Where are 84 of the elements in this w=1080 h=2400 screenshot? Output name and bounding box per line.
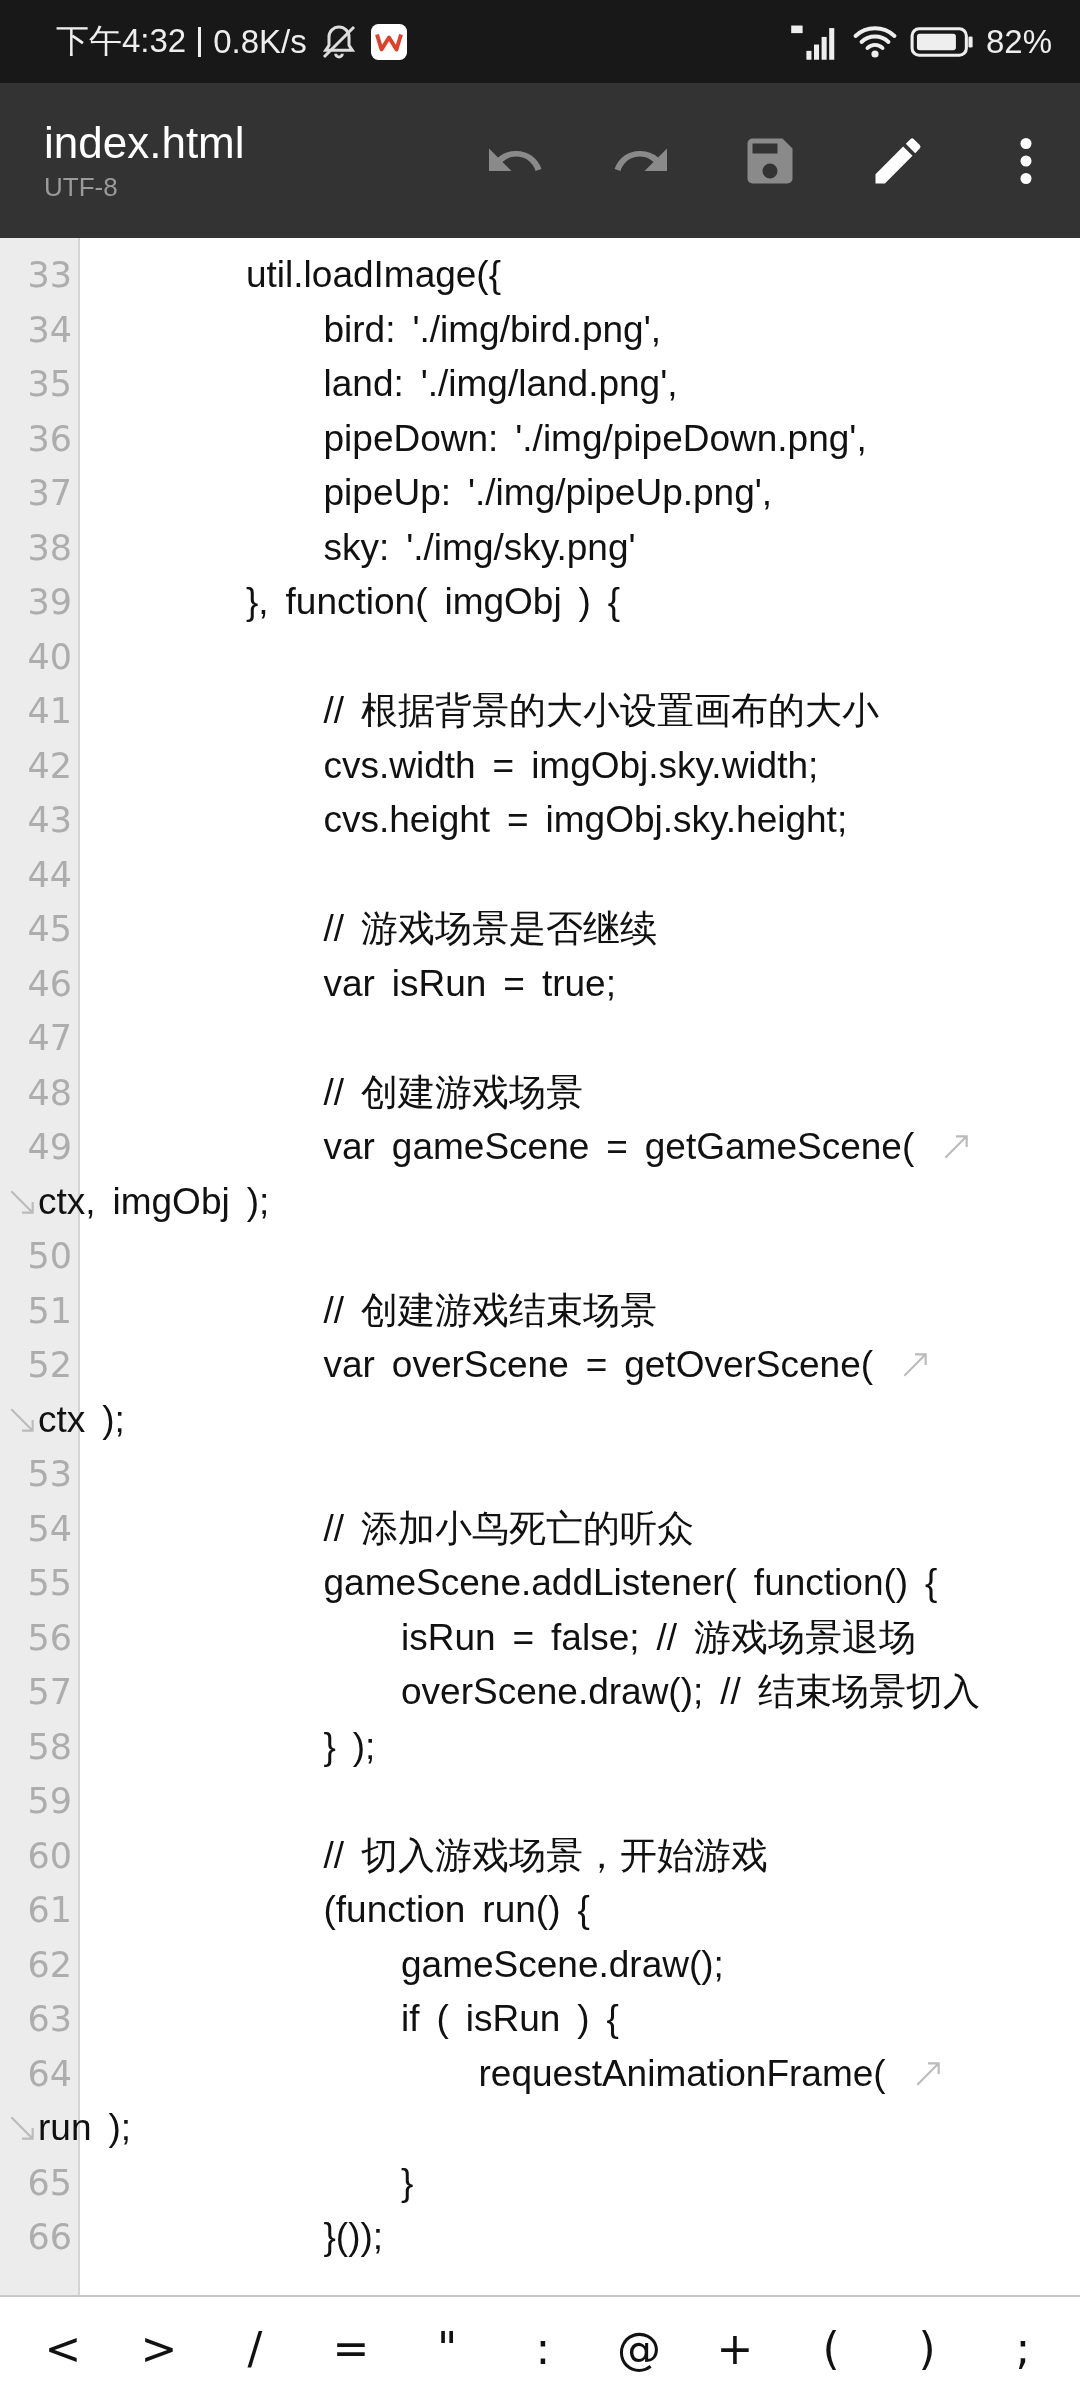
line-number: 39 (27, 581, 73, 624)
code-line: sky: './img/sky.png' (322, 526, 636, 569)
line-number: 64 (27, 2052, 73, 2096)
symbol-key[interactable]: : (495, 2323, 591, 2374)
line-number: 54 (27, 1507, 73, 1551)
code-line: // 创建游戏场景 (322, 1070, 583, 1115)
line-number: 58 (27, 1725, 73, 1769)
line-number: 60 (27, 1834, 73, 1878)
line-number: 43 (27, 799, 73, 842)
symbol-key[interactable]: = (303, 2323, 399, 2374)
battery-icon (909, 24, 974, 59)
symbol-key[interactable]: ) (879, 2323, 975, 2374)
line-number: 57 (27, 1671, 73, 1714)
line-number: 46 (27, 962, 73, 1006)
symbol-key[interactable]: " (399, 2323, 495, 2374)
line-number: 33 (27, 254, 73, 297)
code-line: }, function( imgObj ) { (245, 581, 621, 624)
line-number: 49 (27, 1126, 73, 1169)
line-number: 66 (27, 2216, 73, 2259)
code-line: cvs.height = imgObj.sky.height; (322, 799, 848, 842)
code-line: bird: './img/bird.png', (322, 308, 661, 351)
symbol-key[interactable]: @ (591, 2323, 687, 2374)
battery-percent-text: 82% (985, 22, 1052, 61)
symbol-key[interactable]: < (15, 2323, 111, 2374)
line-number: 61 (27, 1889, 73, 1932)
network-speed-text: 0.8K/s (213, 22, 307, 61)
symbol-key[interactable]: ( (783, 2323, 879, 2374)
code-line: requestAnimationFrame( (477, 2052, 886, 2095)
wifi-icon (851, 23, 898, 60)
line-number: 45 (27, 908, 73, 951)
code-line: (function run() { (322, 1889, 590, 1932)
line-number: 38 (27, 526, 73, 570)
symbol-key[interactable]: > (111, 2323, 207, 2374)
line-number: 35 (27, 363, 73, 406)
code-line: overScene.draw(); // 结束场景切入 (400, 1670, 980, 1715)
code-line: } ); (322, 1725, 376, 1768)
code-line: cvs.width = imgObj.sky.width; (322, 744, 819, 787)
code-line: pipeUp: './img/pipeUp.png', (322, 472, 773, 515)
code-line: if ( isRun ) { (400, 1998, 619, 2041)
line-number: 42 (27, 744, 73, 788)
line-number: 62 (27, 1943, 73, 1987)
code-line: var gameScene = getGameScene( (322, 1126, 915, 1169)
code-line: run ); (38, 2107, 132, 2150)
app-notification-icon (370, 23, 407, 60)
code-line: // 游戏场景是否继续 (322, 907, 657, 952)
code-line: // 添加小鸟死亡的听众 (322, 1506, 694, 1551)
code-line: } (400, 2161, 414, 2204)
code-line: // 根据背景的大小设置画布的大小 (322, 689, 879, 734)
line-number: 40 (27, 635, 73, 679)
code-line: // 切入游戏场景，开始游戏 (322, 1833, 768, 1878)
line-number: 37 (27, 472, 73, 515)
code-line: ctx, imgObj ); (38, 1180, 270, 1223)
line-number: 50 (27, 1235, 73, 1278)
line-number: 47 (27, 1017, 73, 1060)
symbol-key[interactable]: ; (975, 2323, 1071, 2374)
line-number: 65 (27, 2161, 73, 2205)
line-number: 55 (27, 1562, 73, 1605)
symbol-key[interactable]: + (687, 2323, 783, 2374)
code-line: var isRun = true; (322, 962, 616, 1005)
line-number: 56 (27, 1616, 73, 1660)
code-line: var overScene = getOverScene( (322, 1344, 874, 1387)
line-number: 59 (27, 1780, 73, 1823)
code-line: isRun = false; // 游戏场景退场 (400, 1615, 916, 1660)
file-title: index.html (44, 118, 245, 168)
code-line: // 创建游戏结束场景 (322, 1288, 657, 1333)
line-number: 44 (27, 853, 73, 897)
line-number: 41 (27, 690, 73, 733)
code-line: land: './img/land.png', (322, 363, 678, 406)
code-line: }()); (322, 2216, 384, 2259)
code-line: gameScene.draw(); (400, 1943, 724, 1986)
code-line: ctx ); (38, 1398, 125, 1441)
line-number: 63 (27, 1998, 73, 2041)
line-number: 34 (27, 308, 73, 352)
clock-text: 下午4:32 (56, 21, 187, 61)
encoding-label: UTF-8 (44, 172, 119, 203)
line-number: 48 (27, 1071, 73, 1115)
code-line: pipeDown: './img/pipeDown.png', (322, 417, 867, 460)
line-number: 51 (27, 1289, 73, 1333)
line-number: 52 (27, 1344, 73, 1387)
line-number: 53 (27, 1453, 73, 1496)
line-number: 36 (27, 417, 73, 461)
symbol-key[interactable]: / (207, 2323, 303, 2374)
code-line: util.loadImage({ (245, 254, 502, 297)
code-line: gameScene.addListener( function() { (322, 1562, 938, 1605)
